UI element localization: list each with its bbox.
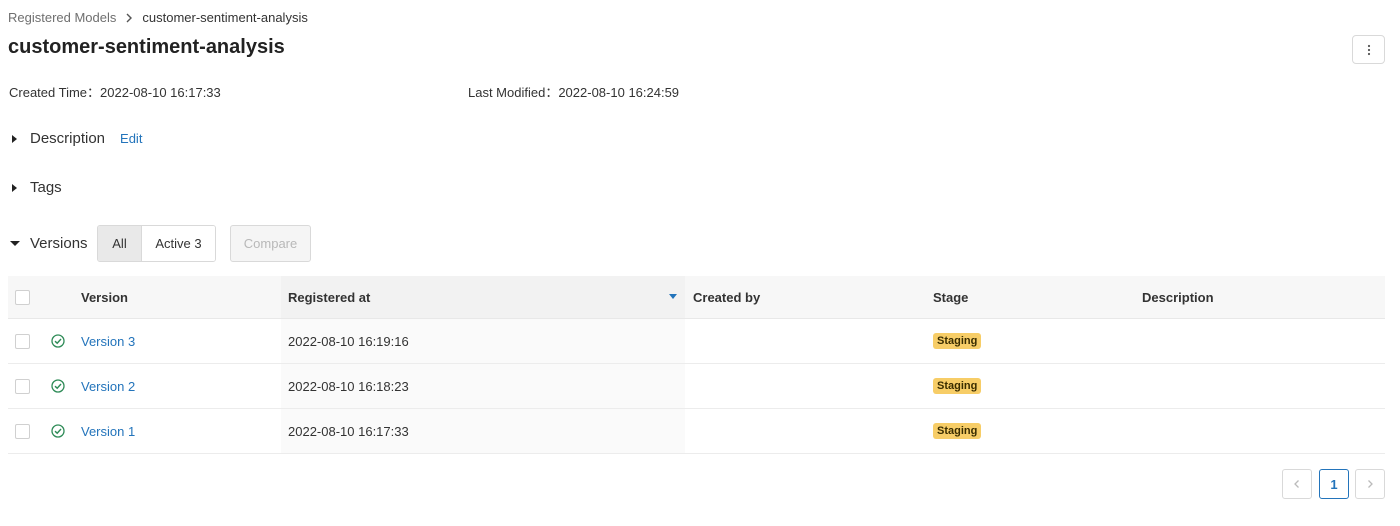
versions-table: Version Registered at Created by Stage D… xyxy=(8,276,1385,454)
tags-section-label: Tags xyxy=(30,179,62,196)
next-page-button[interactable] xyxy=(1355,469,1385,499)
table-row: Version 3 2022-08-10 16:19:16 Staging xyxy=(8,319,1385,364)
row-checkbox[interactable] xyxy=(15,333,30,349)
page-number-button[interactable]: 1 xyxy=(1319,469,1349,499)
check-circle-icon xyxy=(51,364,65,408)
compare-button[interactable]: Compare xyxy=(230,225,311,262)
created-time-value: 2022-08-10 16:17:33 xyxy=(100,85,221,100)
version-filter-toggle: All Active 3 xyxy=(97,225,216,262)
kebab-menu-icon xyxy=(1367,44,1370,55)
created-time: Created Time：2022-08-10 16:17:33 xyxy=(9,82,221,101)
table-header: Version Registered at Created by Stage D… xyxy=(8,276,1385,319)
description-section-label: Description xyxy=(30,130,106,147)
check-circle-icon xyxy=(51,409,65,453)
last-modified-label: Last Modified： xyxy=(468,85,559,100)
sort-descending-icon[interactable] xyxy=(668,276,678,318)
filter-all-button[interactable]: All xyxy=(98,226,142,261)
page-title: customer-sentiment-analysis xyxy=(8,36,285,58)
stage-badge: Staging xyxy=(933,423,982,439)
column-header-description[interactable]: Description xyxy=(1142,276,1214,318)
previous-page-button[interactable] xyxy=(1282,469,1312,499)
column-header-created-by[interactable]: Created by xyxy=(693,276,760,318)
table-row: Version 2 2022-08-10 16:18:23 Staging xyxy=(8,364,1385,409)
column-header-version[interactable]: Version xyxy=(81,276,128,318)
version-link[interactable]: Version 2 xyxy=(81,379,135,394)
chevron-right-icon xyxy=(1368,480,1373,488)
filter-active-button[interactable]: Active 3 xyxy=(142,226,215,261)
tags-section-toggle[interactable]: Tags xyxy=(8,179,62,196)
column-header-registered-at[interactable]: Registered at xyxy=(288,276,370,318)
registered-at-value: 2022-08-10 16:19:16 xyxy=(288,333,409,349)
select-all-checkbox[interactable] xyxy=(15,289,30,305)
stage-badge: Staging xyxy=(933,378,982,394)
table-row: Version 1 2022-08-10 16:17:33 Staging xyxy=(8,409,1385,454)
chevron-left-icon xyxy=(1294,480,1299,488)
registered-at-value: 2022-08-10 16:18:23 xyxy=(288,378,409,394)
caret-down-icon xyxy=(8,237,22,251)
column-header-stage[interactable]: Stage xyxy=(933,276,968,318)
chevron-right-icon xyxy=(122,11,136,25)
version-link[interactable]: Version 1 xyxy=(81,424,135,439)
last-modified-value: 2022-08-10 16:24:59 xyxy=(558,85,680,100)
caret-right-icon xyxy=(8,132,22,146)
registered-at-value: 2022-08-10 16:17:33 xyxy=(288,423,409,439)
edit-description-link[interactable]: Edit xyxy=(120,131,142,146)
created-time-label: Created Time： xyxy=(9,85,101,100)
versions-section-label: Versions xyxy=(30,235,88,252)
caret-right-icon xyxy=(8,181,22,195)
last-modified: Last Modified：2022-08-10 16:24:59 xyxy=(468,82,679,101)
versions-section-toggle[interactable]: Versions xyxy=(8,225,88,262)
breadcrumb-current: customer-sentiment-analysis xyxy=(142,10,308,25)
description-section-toggle[interactable]: Description Edit xyxy=(8,130,142,147)
row-checkbox[interactable] xyxy=(15,423,30,439)
breadcrumb-registered-models-link[interactable]: Registered Models xyxy=(8,10,116,25)
stage-badge: Staging xyxy=(933,333,982,349)
row-checkbox[interactable] xyxy=(15,378,30,394)
check-circle-icon xyxy=(51,319,65,363)
version-link[interactable]: Version 3 xyxy=(81,334,135,349)
more-options-button[interactable] xyxy=(1352,35,1385,64)
breadcrumb: Registered Models customer-sentiment-ana… xyxy=(8,10,308,25)
